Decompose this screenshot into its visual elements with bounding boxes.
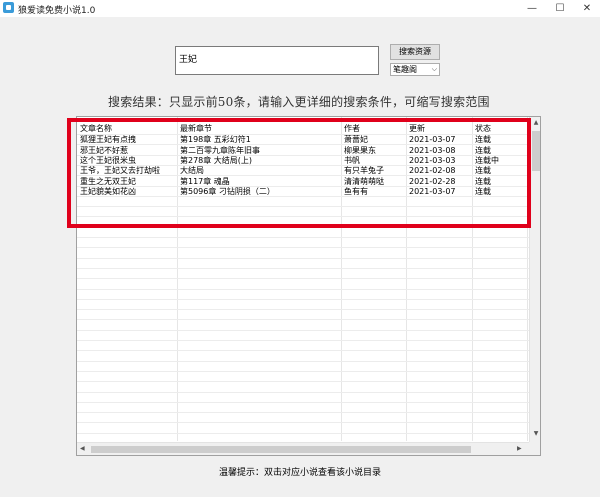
vertical-scroll-thumb[interactable] xyxy=(532,131,540,171)
row-divider xyxy=(77,257,529,259)
row-divider xyxy=(77,381,529,383)
row-divider xyxy=(77,319,529,321)
row-divider xyxy=(77,329,529,331)
search-input[interactable]: 王妃 xyxy=(175,46,379,75)
maximize-button[interactable]: ☐ xyxy=(546,0,574,17)
row-divider xyxy=(77,340,529,341)
row-divider xyxy=(77,432,529,434)
chevron-down-icon: ⌵ xyxy=(431,65,437,73)
footer-tip: 温馨提示：双击对应小说查看该小说目录 xyxy=(218,468,381,478)
row-divider xyxy=(77,288,529,290)
row-divider xyxy=(77,247,529,249)
search-resources-button[interactable]: 搜索资源 xyxy=(390,44,440,60)
row-divider xyxy=(77,237,529,238)
row-divider xyxy=(77,267,529,269)
row-divider xyxy=(77,309,529,311)
minimize-button[interactable]: — xyxy=(518,0,546,17)
scroll-right-icon[interactable]: ▶ xyxy=(517,445,522,452)
book-app-icon xyxy=(3,2,14,13)
row-divider xyxy=(77,391,529,393)
row-divider xyxy=(77,412,529,414)
row-divider xyxy=(77,298,529,300)
source-select[interactable]: 笔趣阁 ⌵ xyxy=(390,63,440,76)
row-divider xyxy=(77,401,529,403)
scroll-left-icon[interactable]: ◀ xyxy=(80,445,85,452)
row-divider xyxy=(77,278,529,280)
result-notice: 搜索结果：只显示前50条，请输入更详细的搜索条件，可缩写搜索范围 xyxy=(108,95,490,109)
horizontal-scroll-thumb[interactable] xyxy=(91,446,471,453)
row-divider xyxy=(77,350,529,352)
highlight-box xyxy=(67,118,531,228)
close-button[interactable]: ✕ xyxy=(573,0,600,17)
window-title: 狼爱读免费小说1.0 xyxy=(18,6,96,16)
scroll-up-icon[interactable]: ▲ xyxy=(530,119,540,126)
source-select-value: 笔趣阁 xyxy=(393,65,417,74)
row-divider xyxy=(77,370,529,372)
horizontal-scrollbar[interactable]: ◀ ▶ xyxy=(77,442,529,455)
row-divider xyxy=(77,422,529,424)
row-divider xyxy=(77,360,529,362)
scrollbar-corner xyxy=(529,442,540,455)
scroll-down-icon[interactable]: ▼ xyxy=(530,430,540,437)
